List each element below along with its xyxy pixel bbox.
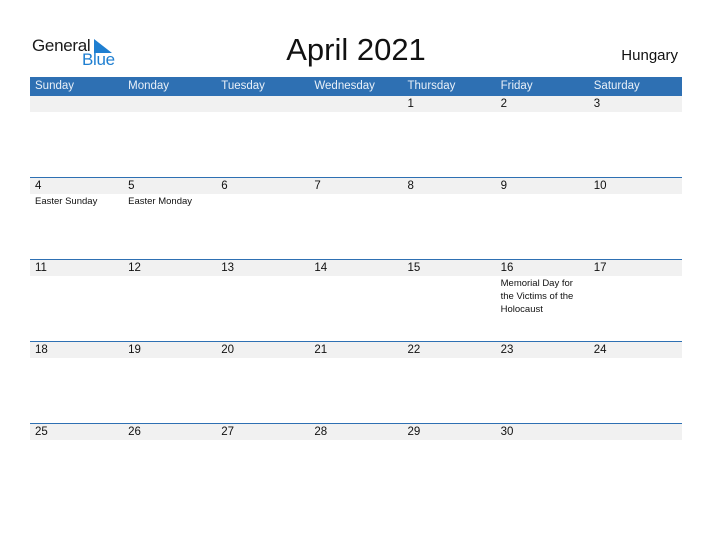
weeks-container: 1 2 3 4 5 6 7 8 9 10 Easter Sunday Easter Monday 11 1… bbox=[30, 96, 682, 505]
holiday-event bbox=[309, 194, 402, 208]
holiday-event bbox=[309, 276, 402, 316]
holiday-event bbox=[403, 358, 496, 359]
week-row: 18 19 20 21 22 23 24 bbox=[30, 341, 682, 423]
holiday-event bbox=[216, 440, 309, 441]
day-number: 24 bbox=[593, 344, 607, 356]
weekday-monday: Monday bbox=[128, 80, 170, 92]
day-number-strip: 25 26 27 28 29 30 bbox=[30, 424, 682, 440]
holiday-event bbox=[496, 194, 589, 208]
events-strip bbox=[30, 112, 682, 113]
holiday-event bbox=[216, 358, 309, 359]
holiday-event bbox=[589, 358, 682, 359]
day-number-strip: 18 19 20 21 22 23 24 bbox=[30, 342, 682, 358]
day-number bbox=[216, 96, 309, 112]
holiday-event bbox=[123, 276, 216, 316]
week-row: 25 26 27 28 29 30 bbox=[30, 423, 682, 505]
holiday-event bbox=[30, 440, 123, 441]
weekday-header: Sunday Monday Tuesday Wednesday Thursday… bbox=[30, 77, 682, 96]
day-number: 23 bbox=[500, 344, 514, 356]
day-number bbox=[123, 96, 216, 112]
day-number: 7 bbox=[314, 180, 321, 192]
holiday-event bbox=[216, 276, 309, 316]
holiday-event bbox=[403, 194, 496, 208]
holiday-event: Memorial Day for the Victims of the Holo… bbox=[500, 278, 574, 315]
day-number: 18 bbox=[35, 344, 48, 356]
weekday-saturday: Saturday bbox=[593, 80, 640, 92]
holiday-event bbox=[30, 358, 123, 359]
calendar-title: April 2021 bbox=[286, 32, 426, 67]
day-number: 11 bbox=[35, 262, 47, 274]
holiday-event bbox=[496, 112, 589, 113]
week-row: 1 2 3 bbox=[30, 96, 682, 177]
holiday-event bbox=[403, 440, 496, 441]
holiday-event bbox=[30, 276, 123, 316]
day-number: 26 bbox=[128, 426, 141, 438]
holiday-event: Easter Sunday bbox=[35, 196, 98, 207]
weekday-wednesday: Wednesday bbox=[314, 80, 375, 92]
holiday-event bbox=[309, 440, 402, 441]
holiday-event bbox=[123, 440, 216, 441]
holiday-event: Easter Monday bbox=[128, 196, 193, 207]
day-number bbox=[30, 96, 123, 112]
events-strip: Easter Sunday Easter Monday bbox=[30, 194, 682, 208]
holiday-event bbox=[309, 112, 402, 113]
weekday-friday: Friday bbox=[500, 80, 533, 92]
holiday-event bbox=[403, 112, 496, 113]
day-number: 21 bbox=[314, 344, 328, 356]
day-number-strip: 1 2 3 bbox=[30, 96, 682, 112]
day-number: 22 bbox=[407, 344, 421, 356]
weekday-sunday: Sunday bbox=[35, 80, 75, 92]
holiday-event bbox=[216, 194, 309, 208]
day-number: 25 bbox=[35, 426, 48, 438]
day-number: 13 bbox=[221, 262, 235, 274]
calendar-grid: Sunday Monday Tuesday Wednesday Thursday… bbox=[30, 77, 682, 505]
holiday-event bbox=[496, 440, 589, 441]
day-number: 10 bbox=[593, 180, 607, 192]
day-number: 16 bbox=[500, 262, 514, 274]
day-number: 14 bbox=[314, 262, 328, 274]
day-number: 3 bbox=[593, 98, 601, 110]
weekday-thursday: Thursday bbox=[407, 80, 456, 92]
week-row: 4 5 6 7 8 9 10 Easter Sunday Easter Monday bbox=[30, 177, 682, 259]
day-number: 8 bbox=[407, 180, 414, 192]
holiday-event bbox=[589, 194, 682, 208]
day-number: 15 bbox=[407, 262, 421, 274]
day-number: 1 bbox=[407, 98, 414, 110]
day-number: 27 bbox=[221, 426, 235, 438]
holiday-event bbox=[496, 358, 589, 359]
holiday-event bbox=[216, 112, 309, 113]
holiday-event bbox=[403, 276, 496, 316]
day-number: 9 bbox=[500, 180, 508, 192]
day-number: 5 bbox=[128, 180, 135, 192]
holiday-event bbox=[123, 358, 216, 359]
day-number-strip: 11 12 13 14 15 16 17 bbox=[30, 260, 682, 276]
day-number bbox=[309, 96, 402, 112]
day-number: 17 bbox=[593, 262, 607, 274]
country-label: Hungary bbox=[621, 47, 678, 64]
day-number: 29 bbox=[407, 426, 421, 438]
holiday-event bbox=[589, 440, 682, 441]
weekday-tuesday: Tuesday bbox=[221, 80, 265, 92]
day-number-strip: 4 5 6 7 8 9 10 bbox=[30, 178, 682, 194]
day-number: 2 bbox=[500, 98, 508, 110]
day-number: 20 bbox=[221, 344, 235, 356]
day-number: 6 bbox=[221, 180, 228, 192]
holiday-event bbox=[589, 112, 682, 113]
events-strip bbox=[30, 358, 682, 359]
holiday-event bbox=[123, 112, 216, 113]
day-number: 4 bbox=[35, 180, 42, 192]
day-number: 30 bbox=[500, 426, 514, 438]
day-number bbox=[589, 424, 682, 440]
holiday-event bbox=[589, 276, 682, 316]
holiday-event bbox=[30, 112, 123, 113]
week-row: 11 12 13 14 15 16 17 Memorial Day for the Victi… bbox=[30, 259, 682, 341]
day-number: 28 bbox=[314, 426, 328, 438]
events-strip bbox=[30, 440, 682, 441]
day-number: 12 bbox=[128, 262, 141, 274]
events-strip: Memorial Day for the Victims of the Holo… bbox=[30, 276, 682, 316]
holiday-event bbox=[309, 358, 402, 359]
day-number: 19 bbox=[128, 344, 141, 356]
